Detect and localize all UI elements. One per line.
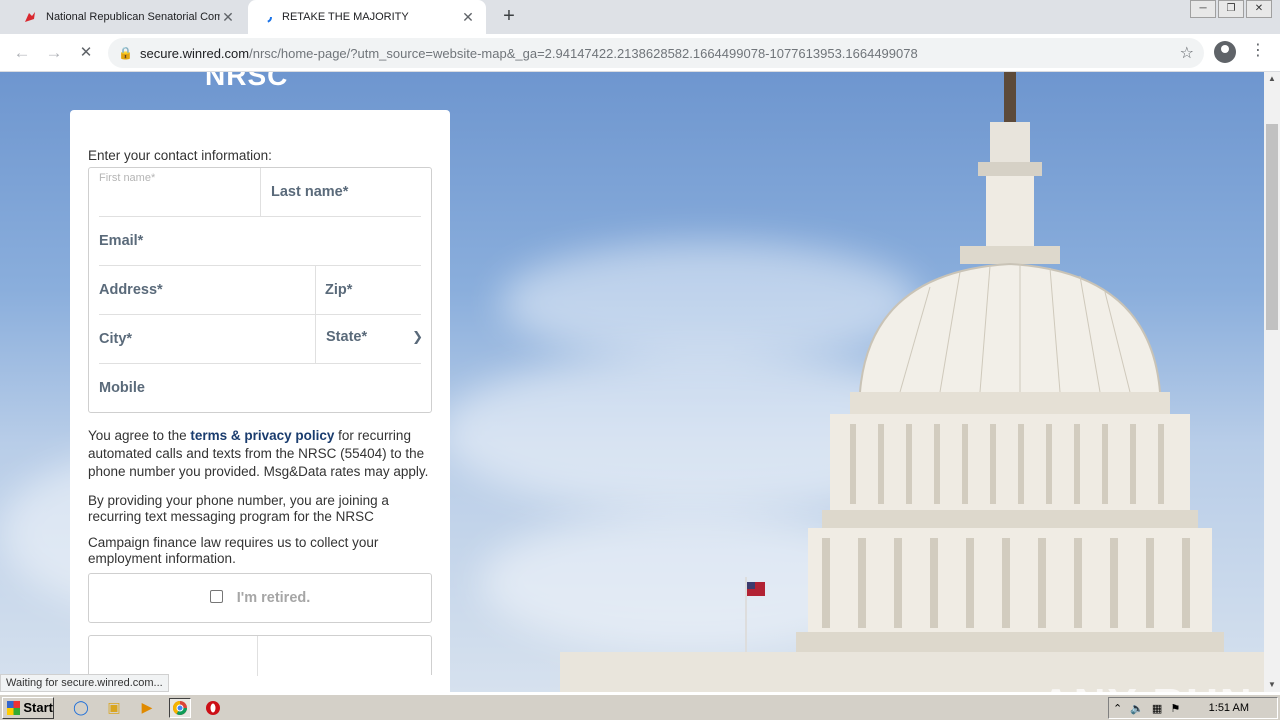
loading-spinner-icon [258,9,274,25]
tab-close-icon[interactable]: ✕ [460,9,476,26]
minimize-button[interactable]: ─ [1190,0,1216,18]
employment-notice: Campaign finance law requires us to coll… [88,535,379,566]
tab-strip: National Republican Senatorial Comm ✕ RE… [0,0,1280,34]
retired-option[interactable]: I'm retired. [88,573,432,623]
city-row: City* State* ❯ [99,315,423,364]
city-field[interactable]: City* [99,315,309,363]
email-field[interactable]: Email* [99,217,419,265]
tab-close-icon[interactable]: ✕ [220,9,236,26]
address-field[interactable]: Address* [99,266,309,314]
status-bar: Waiting for secure.winred.com... [0,674,169,692]
legal-text: You agree to the terms & privacy policy … [88,428,429,479]
retired-checkbox[interactable] [209,589,223,603]
nrsc-favicon-icon [22,9,38,25]
windows-flag-icon [7,700,21,715]
tray-expand-icon[interactable]: ⌃ [1113,702,1122,715]
speaker-icon[interactable]: 🔈 [1130,702,1144,715]
state-select[interactable]: State* ❯ [326,315,431,363]
address-bar[interactable]: 🔒 secure.winred.com /nrsc/home-page/?utm… [108,38,1204,68]
lock-icon: 🔒 [118,46,133,60]
url-path: /nrsc/home-page/?utm_source=website-map&… [249,45,918,61]
nrsc-logo[interactable]: NRSC [205,72,288,92]
anyrun-watermark: ANY RUN [1040,680,1254,692]
clock: 1:51 AM [1208,702,1249,714]
address-row: Address* Zip* [99,266,421,315]
terms-privacy-link[interactable]: terms & privacy policy [190,428,334,443]
first-name-field[interactable]: First name* [99,168,259,216]
sms-notice: By providing your phone number, you are … [88,493,389,524]
capitol-dome-image [560,72,1264,692]
folder-icon[interactable]: ▣ [103,698,125,718]
contact-fields-group: First name* Last name* Email* Address* Z… [88,167,432,413]
media-player-icon[interactable]: ▶ [136,698,158,718]
zip-field[interactable]: Zip* [325,266,425,314]
start-button[interactable]: Start [2,696,54,719]
page-scrollbar[interactable]: ▲ ▼ [1264,72,1280,692]
form-intro: Enter your contact information: [88,148,272,163]
browser-toolbar: ← → ✕ 🔒 secure.winred.com /nrsc/home-pag… [0,34,1280,72]
last-name-field[interactable]: Last name* [271,168,431,216]
mobile-row: Mobile [99,364,421,413]
employment-fields-group [88,635,432,676]
windows-taskbar: Start ◯ ▣ ▶ ⌃ 🔈 ▦ ⚑ 1:51 AM [0,694,1280,720]
network-icon[interactable]: ▦ [1152,702,1162,715]
back-arrow-icon[interactable]: ← [10,41,34,65]
restore-button[interactable]: ❐ [1218,0,1244,18]
stop-loading-icon[interactable]: ✕ [74,41,98,65]
flag-icon[interactable]: ⚑ [1170,702,1180,715]
new-tab-button[interactable]: + [500,6,518,28]
retired-label: I'm retired. [236,590,311,606]
tab-nrsc[interactable]: National Republican Senatorial Comm ✕ [12,0,246,34]
system-tray: ⌃ 🔈 ▦ ⚑ 1:51 AM [1108,697,1278,719]
tab-retake-majority[interactable]: RETAKE THE MAJORITY ✕ [248,0,486,34]
contact-form-card: Enter your contact information: First na… [70,110,450,692]
scrollbar-thumb[interactable] [1266,124,1278,330]
scroll-down-icon[interactable]: ▼ [1264,678,1280,692]
forward-arrow-icon[interactable]: → [42,41,66,65]
url-host: secure.winred.com [140,45,250,61]
page-viewport: NRSC Enter your contact information: Fir… [0,72,1264,692]
chrome-icon[interactable] [169,697,191,718]
browser-menu-icon[interactable]: ⋮ [1250,40,1266,64]
opera-icon[interactable] [202,698,224,718]
ie-icon[interactable]: ◯ [70,698,92,718]
chevron-down-icon: ❯ [412,329,423,344]
scroll-up-icon[interactable]: ▲ [1264,72,1280,86]
email-row: Email* [99,217,421,266]
profile-avatar-icon[interactable] [1214,41,1236,63]
bookmark-star-icon[interactable]: ☆ [1180,43,1194,63]
window-controls: ─ ❐ ✕ [1188,0,1272,18]
tab-title: RETAKE THE MAJORITY [282,11,409,23]
name-row: First name* Last name* [99,168,421,217]
close-window-button[interactable]: ✕ [1246,0,1272,18]
mobile-field[interactable]: Mobile [99,364,419,412]
tab-title: National Republican Senatorial Comm [46,11,220,23]
